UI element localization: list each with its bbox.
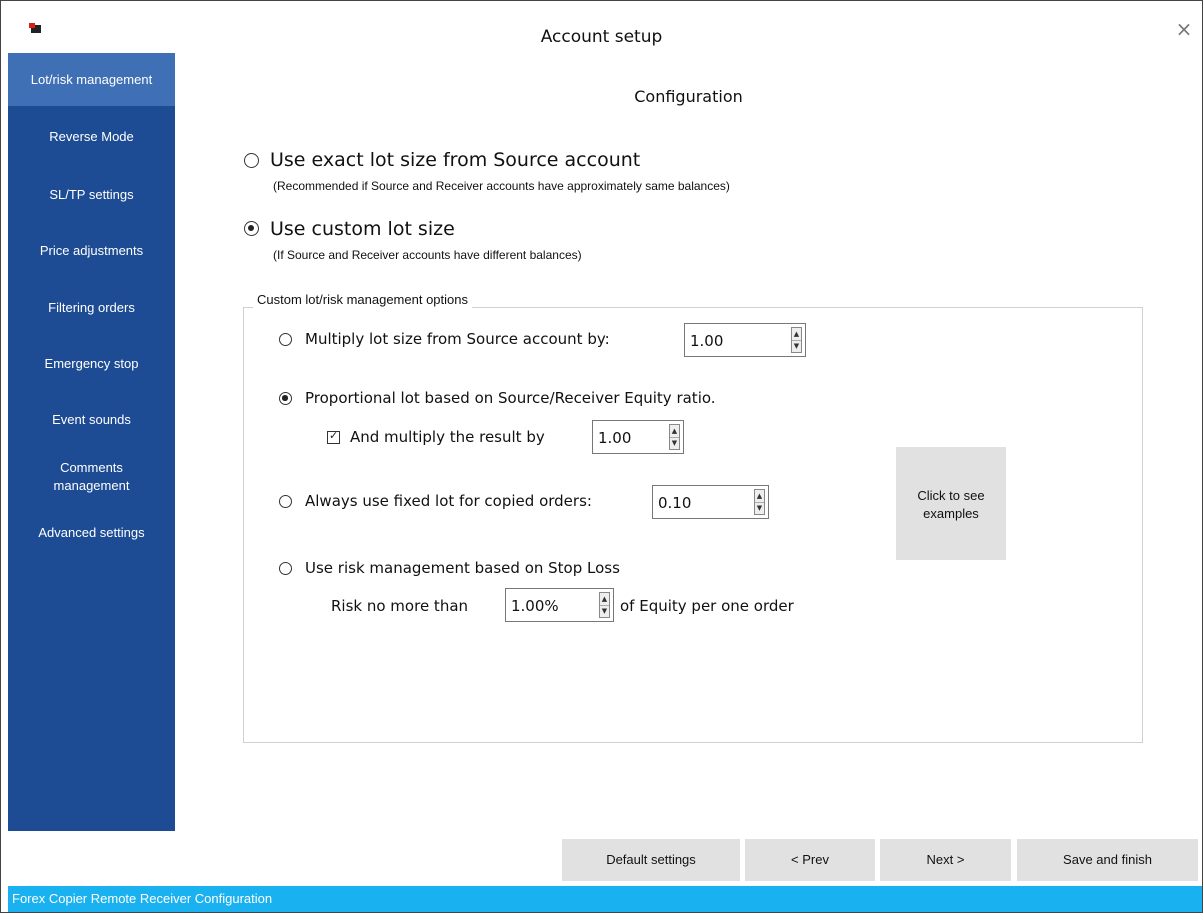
window-title: Account setup [540, 27, 663, 47]
exact-lot-label: Use exact lot size from Source account [270, 149, 641, 171]
spinner-arrows[interactable]: ▲ ▼ [754, 489, 765, 515]
sidebar-item-emergency-stop[interactable]: Emergency stop [8, 355, 175, 373]
sidebar-item-reverse-mode[interactable]: Reverse Mode [8, 128, 175, 146]
title-bar: Account setup × [1, 1, 1202, 51]
see-examples-label: Click to see examples [917, 488, 985, 521]
multiply-spinner[interactable]: 1.00 ▲ ▼ [684, 323, 806, 357]
page-title: Configuration [634, 87, 743, 106]
account-setup-window: Account setup × Lot/risk management Reve… [0, 0, 1203, 913]
sidebar-item-price-adjustments[interactable]: Price adjustments [8, 242, 175, 260]
fixed-lot-value: 0.10 [658, 494, 692, 512]
multiply-label: Multiply lot size from Source account by… [305, 330, 610, 348]
sidebar-item-filtering-orders[interactable]: Filtering orders [8, 299, 175, 317]
multiply-value: 1.00 [690, 332, 724, 350]
risk-percent-value: 1.00% [511, 597, 559, 615]
exact-lot-note: (Recommended if Source and Receiver acco… [273, 179, 730, 193]
see-examples-button[interactable]: Click to see examples [896, 447, 1006, 560]
multiply-radio[interactable] [279, 333, 292, 346]
fixed-lot-spinner[interactable]: 0.10 ▲ ▼ [652, 485, 769, 519]
prev-button[interactable]: < Prev [745, 839, 875, 881]
sidebar-item-comments-management[interactable]: Comments management [8, 459, 175, 495]
check-icon: ✓ [329, 429, 339, 442]
risk-prefix-label: Risk no more than [331, 597, 469, 615]
spinner-arrows[interactable]: ▲ ▼ [669, 424, 680, 450]
status-text: Forex Copier Remote Receiver Configurati… [12, 891, 273, 906]
down-arrow-icon[interactable]: ▼ [755, 502, 764, 514]
custom-options-legend: Custom lot/risk management options [253, 292, 472, 308]
sidebar-item-sl-tp-settings[interactable]: SL/TP settings [8, 186, 175, 204]
proportional-radio[interactable] [279, 392, 292, 405]
spinner-arrows[interactable]: ▲ ▼ [599, 592, 610, 618]
custom-lot-note: (If Source and Receiver accounts have di… [273, 248, 582, 262]
status-bar: Forex Copier Remote Receiver Configurati… [8, 886, 1202, 912]
sidebar-item-advanced-settings[interactable]: Advanced settings [8, 524, 175, 542]
custom-options-group [243, 307, 1143, 743]
multiply-result-label: And multiply the result by [350, 428, 545, 446]
spinner-arrows[interactable]: ▲ ▼ [791, 327, 802, 353]
proportional-label: Proportional lot based on Source/Receive… [305, 389, 716, 407]
custom-lot-label: Use custom lot size [270, 218, 455, 240]
custom-lot-radio[interactable] [244, 221, 259, 236]
down-arrow-icon[interactable]: ▼ [792, 340, 801, 352]
multiply-result-checkbox[interactable]: ✓ [327, 429, 340, 444]
risk-sl-label: Use risk management based on Stop Loss [305, 559, 620, 577]
default-settings-button[interactable]: Default settings [562, 839, 740, 881]
exact-lot-radio[interactable] [244, 153, 259, 168]
fixed-lot-radio[interactable] [279, 495, 292, 508]
risk-sl-radio[interactable] [279, 562, 292, 575]
close-icon[interactable]: × [1172, 17, 1196, 41]
multiply-result-value: 1.00 [598, 429, 632, 447]
next-button[interactable]: Next > [880, 839, 1011, 881]
sidebar: Lot/risk management Reverse Mode SL/TP s… [8, 53, 175, 831]
down-arrow-icon[interactable]: ▼ [600, 605, 609, 617]
down-arrow-icon[interactable]: ▼ [670, 437, 679, 449]
fixed-lot-label: Always use fixed lot for copied orders: [305, 492, 592, 510]
sidebar-item-event-sounds[interactable]: Event sounds [8, 411, 175, 429]
save-and-finish-button[interactable]: Save and finish [1017, 839, 1198, 881]
risk-suffix-label: of Equity per one order [620, 597, 794, 615]
risk-percent-spinner[interactable]: 1.00% ▲ ▼ [505, 588, 614, 622]
multiply-result-spinner[interactable]: 1.00 ▲ ▼ [592, 420, 684, 454]
sidebar-item-label: Lot/risk management [30, 72, 153, 87]
sidebar-item-lot-risk-management[interactable]: Lot/risk management [8, 53, 175, 106]
